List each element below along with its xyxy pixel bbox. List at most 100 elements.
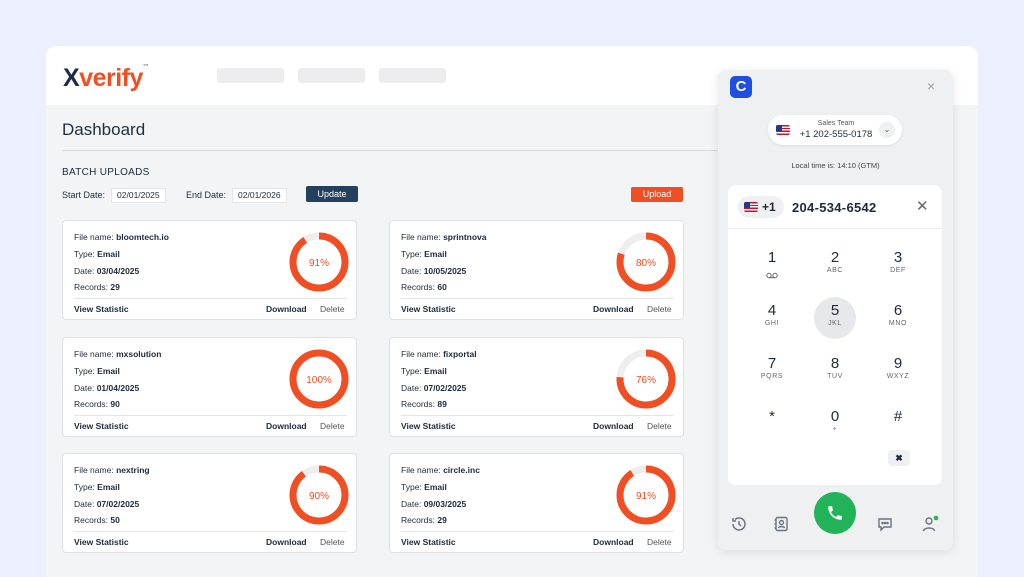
history-icon[interactable] [730,515,748,533]
key-digit: 0 [830,408,840,425]
delete-link[interactable]: Delete [647,304,672,314]
call-button[interactable] [814,492,856,534]
date-row: Date: 10/05/2025 [401,266,467,276]
key-4[interactable]: 4 GHI [751,297,793,339]
batch-card: File name: nextring Type: Email Date: 07… [62,453,357,553]
percent-label: 91% [636,491,656,502]
key-7[interactable]: 7 PQRS [751,350,793,392]
type-value: Email [97,249,120,259]
type-value: Email [97,482,120,492]
us-flag-icon [776,125,790,135]
key-letters: + [832,426,838,433]
download-link[interactable]: Download [266,421,307,431]
delete-link[interactable]: Delete [647,421,672,431]
key-0[interactable]: 0 + [814,403,856,445]
progress-ring: 91% [616,465,676,525]
key-letters: DEF [890,267,906,274]
delete-link[interactable]: Delete [320,421,345,431]
page-title: Dashboard [62,120,146,139]
section-title: BATCH UPLOADS [62,167,150,178]
key-digit: 8 [830,355,840,372]
key-3[interactable]: 3 DEF [877,244,919,286]
date-value: 10/05/2025 [423,266,467,276]
upload-button[interactable]: Upload [631,187,683,202]
records-row: Records: 50 [74,515,120,525]
type-value: Email [97,366,120,376]
close-icon[interactable]: × [927,78,935,94]
dialed-number[interactable]: 204-534-6542 [792,200,877,215]
key-letters: WXYZ [886,373,910,380]
progress-ring: 91% [289,232,349,292]
key-8[interactable]: 8 TUV [814,350,856,392]
key-star[interactable]: * [751,403,793,445]
chevron-down-icon[interactable]: ⌄ [879,122,895,138]
nav-placeholder-1[interactable] [217,68,284,83]
date-row: Date: 07/02/2025 [401,383,467,393]
key-1[interactable]: 1 [751,244,793,286]
date-value: 01/04/2025 [96,383,140,393]
start-date-input[interactable]: 02/01/2025 [111,187,166,203]
delete-link[interactable]: Delete [320,537,345,547]
records-row: Records: 29 [74,282,120,292]
card-divider [401,531,674,532]
clear-number-icon[interactable]: ✕ [916,197,929,215]
key-letters: PQRS [760,373,784,380]
xverify-logo[interactable]: Xverify™ [63,64,149,93]
date-row: Date: 01/04/2025 [74,383,140,393]
date-row: Date: 03/04/2025 [74,266,140,276]
records-row: Records: 60 [401,282,447,292]
download-link[interactable]: Download [266,304,307,314]
card-divider [74,415,347,416]
percent-label: 90% [309,491,329,502]
key-digit: # [893,408,903,425]
logo-trademark: ™ [142,64,149,70]
key-5[interactable]: 5 JKL [814,297,856,339]
date-value: 03/04/2025 [96,266,140,276]
download-link[interactable]: Download [266,537,307,547]
date-row: Date: 09/03/2025 [401,499,467,509]
view-statistic-link[interactable]: View Statistic [401,537,456,547]
delete-link[interactable]: Delete [647,537,672,547]
delete-link[interactable]: Delete [320,304,345,314]
records-row: Records: 89 [401,399,447,409]
file-name-value: circle.inc [443,465,480,475]
view-statistic-link[interactable]: View Statistic [74,537,129,547]
number-display: +1 204-534-6542 [738,196,877,218]
key-9[interactable]: 9 WXYZ [877,350,919,392]
country-code: +1 [762,200,776,214]
view-statistic-link[interactable]: View Statistic [401,421,456,431]
chat-icon[interactable] [876,515,894,533]
view-statistic-link[interactable]: View Statistic [401,304,456,314]
end-date-filter: End Date: 02/01/2026 [186,187,287,203]
key-digit: 7 [767,355,777,372]
batch-card: File name: circle.inc Type: Email Date: … [389,453,684,553]
type-value: Email [424,249,447,259]
batch-card: File name: fixportal Type: Email Date: 0… [389,337,684,437]
download-link[interactable]: Download [593,421,634,431]
local-time: Local time is: 14:10 (GTM) [791,161,880,170]
contacts-icon[interactable] [772,515,790,533]
nav-placeholder-2[interactable] [298,68,365,83]
records-value: 29 [110,282,120,292]
key-digit: 9 [893,355,903,372]
download-link[interactable]: Download [593,537,634,547]
key-6[interactable]: 6 MNO [877,297,919,339]
view-statistic-link[interactable]: View Statistic [74,421,129,431]
type-row: Type: Email [401,249,447,259]
update-button[interactable]: Update [306,186,358,202]
percent-label: 100% [306,375,332,386]
view-statistic-link[interactable]: View Statistic [74,304,129,314]
key-2[interactable]: 2 ABC [814,244,856,286]
profile-icon[interactable] [921,515,939,533]
country-code-selector[interactable]: +1 [738,196,784,218]
file-name-value: nextring [116,465,150,475]
account-selector[interactable]: Sales Team +1 202-555-0178 ⌄ [768,115,902,145]
nav-placeholder-3[interactable] [379,68,446,83]
type-row: Type: Email [74,366,120,376]
download-link[interactable]: Download [593,304,634,314]
key-hash[interactable]: # [877,403,919,445]
backspace-icon[interactable]: ✖ [888,450,910,466]
file-name-value: mxsolution [116,349,162,359]
key-digit: 3 [893,249,903,266]
end-date-input[interactable]: 02/01/2026 [232,187,287,203]
